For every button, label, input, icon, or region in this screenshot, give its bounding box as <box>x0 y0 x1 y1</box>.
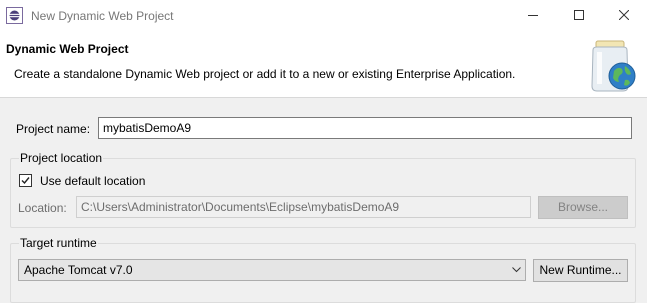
maximize-icon <box>574 10 584 20</box>
location-field[interactable]: C:\Users\Administrator\Documents\Eclipse… <box>76 196 531 218</box>
project-location-group-label: Project location <box>19 151 104 165</box>
page-description: Create a standalone Dynamic Web project … <box>14 67 516 81</box>
use-default-location-checkbox[interactable] <box>19 174 32 187</box>
project-name-label: Project name: <box>16 122 91 136</box>
web-project-wizard-icon <box>591 40 636 92</box>
location-label: Location: <box>18 201 67 215</box>
close-icon <box>619 10 629 20</box>
use-default-location-label[interactable]: Use default location <box>40 174 145 188</box>
chevron-down-icon <box>512 267 521 273</box>
target-runtime-group-label: Target runtime <box>19 236 98 250</box>
target-runtime-select[interactable]: Apache Tomcat v7.0 <box>18 259 526 281</box>
wizard-banner: Dynamic Web Project Create a standalone … <box>0 31 647 98</box>
title-bar: New Dynamic Web Project <box>0 0 647 31</box>
new-runtime-button[interactable]: New Runtime... <box>533 259 628 282</box>
maximize-button[interactable] <box>556 0 602 31</box>
eclipse-icon <box>6 7 23 24</box>
checkmark-icon <box>21 177 30 185</box>
close-button[interactable] <box>601 0 647 31</box>
window-title: New Dynamic Web Project <box>31 9 174 23</box>
project-name-field[interactable]: mybatisDemoA9 <box>98 117 632 139</box>
browse-button[interactable]: Browse... <box>538 196 628 219</box>
target-runtime-selected-value: Apache Tomcat v7.0 <box>24 263 133 277</box>
minimize-button[interactable] <box>510 0 556 31</box>
page-title: Dynamic Web Project <box>6 42 129 56</box>
minimize-icon <box>528 15 538 16</box>
